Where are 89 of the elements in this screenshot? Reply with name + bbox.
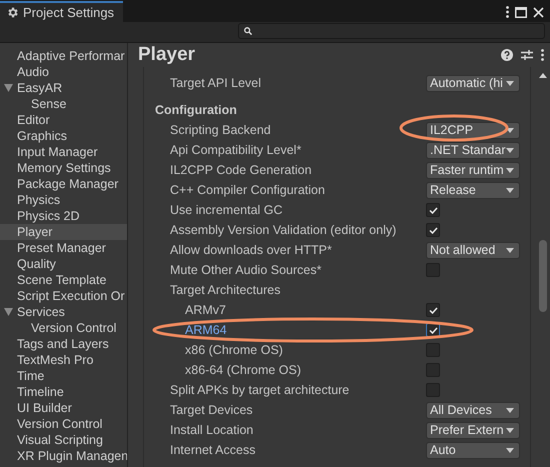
dropdown[interactable]: Prefer Extern [426,422,520,438]
setting-label: Assembly Version Validation (editor only) [169,223,398,237]
expanded-triangle-icon[interactable] [4,308,13,316]
sidebar-item[interactable]: Preset Manager [0,240,127,256]
setting-label: Target API Level [169,76,262,90]
dropdown[interactable]: IL2CPP [426,122,520,138]
sidebar-item[interactable]: Physics [0,192,127,208]
setting-label: Split APKs by target architecture [169,383,350,397]
setting-label: x86 (Chrome OS) [184,343,284,357]
search-field[interactable] [238,23,545,39]
dropdown[interactable]: Auto [426,442,520,458]
setting-label: Internet Access [169,443,256,457]
expanded-triangle-icon[interactable] [4,84,13,92]
checkbox[interactable] [426,363,440,377]
gear-icon [6,6,19,19]
dropdown[interactable]: Not allowed [426,242,520,258]
sidebar-item[interactable]: Tags and Layers [0,336,127,352]
checkbox[interactable] [426,303,440,317]
more-options-icon[interactable] [541,49,544,61]
dropdown[interactable]: Faster runtim [426,162,520,178]
sidebar-item[interactable]: XR Plugin Managen [0,448,127,464]
caret-icon [506,248,514,252]
checkmark-icon [428,326,438,334]
setting-label: Target Devices [169,403,254,417]
sidebar-item[interactable]: Scene Template [0,272,127,288]
scroll-up-icon[interactable] [539,73,547,78]
sidebar-item[interactable]: TextMesh Pro [0,352,127,368]
sidebar-item[interactable]: Visual Scripting [0,432,127,448]
sliders-icon[interactable] [521,49,533,61]
sidebar-item[interactable]: Package Manager [0,176,127,192]
setting-label: IL2CPP Code Generation [169,163,313,177]
checkmark-icon [428,206,438,214]
setting-label: Api Compatibility Level* [169,143,302,157]
maximize-icon[interactable] [515,6,527,18]
more-options-icon[interactable] [506,6,509,18]
sidebar-item[interactable]: Version Control [0,320,127,336]
sidebar-item[interactable]: Time [0,368,127,384]
checkmark-icon [428,226,438,234]
sidebar-item[interactable]: Physics 2D [0,208,127,224]
section-heading: Configuration [154,103,237,117]
caret-icon [506,448,514,452]
help-icon[interactable] [501,49,513,61]
sidebar-item[interactable]: Timeline [0,384,127,400]
caret-icon [506,128,514,132]
sidebar-item[interactable]: Graphics [0,128,127,144]
panel-title: Player [138,44,196,66]
checkbox[interactable] [426,223,440,237]
sidebar-item[interactable]: Script Execution Or [0,288,127,304]
sidebar-item[interactable]: UI Builder [0,400,127,416]
checkbox[interactable] [426,343,440,357]
caret-icon [506,428,514,432]
sidebar-item[interactable]: Sense [0,96,127,112]
setting-label: Install Location [169,423,254,437]
setting-label: ARM64 [184,323,228,337]
dropdown[interactable]: All Devices [426,402,520,418]
setting-label: Use incremental GC [169,203,284,217]
setting-label: x86-64 (Chrome OS) [184,363,302,377]
sidebar-item[interactable]: Version Control [0,416,127,432]
setting-label: C++ Compiler Configuration [169,183,326,197]
scrollbar-thumb[interactable] [539,240,547,312]
sidebar-item[interactable]: Quality [0,256,127,272]
checkmark-icon [428,306,438,314]
sidebar-item[interactable]: Player [0,224,127,240]
setting-label: Scripting Backend [169,123,272,137]
dropdown[interactable]: Automatic (hi [426,74,520,92]
sidebar-item[interactable]: Audio [0,64,127,80]
sidebar-item[interactable]: Adaptive Performar [0,48,127,64]
checkbox[interactable] [426,263,440,277]
checkbox[interactable] [426,203,440,217]
setting-label: Allow downloads over HTTP* [169,243,333,257]
caret-icon [506,148,514,152]
setting-label: ARMv7 [184,303,227,317]
caret-icon [506,80,514,86]
sidebar-item[interactable]: Memory Settings [0,160,127,176]
checkbox[interactable] [426,383,440,397]
window-tab[interactable]: Project Settings [0,1,123,22]
dropdown[interactable]: Release [426,182,520,198]
sidebar-item[interactable]: EasyAR [0,80,127,96]
dropdown[interactable]: .NET Standar [426,142,520,158]
setting-label: Target Architectures [169,283,282,297]
setting-label: Mute Other Audio Sources* [169,263,322,277]
sidebar-item[interactable]: Input Manager [0,144,127,160]
sidebar-item[interactable]: Services [0,304,127,320]
caret-icon [506,168,514,172]
close-icon[interactable] [533,6,544,18]
caret-icon [506,188,514,192]
search-icon [244,27,252,35]
caret-icon [506,408,514,412]
sidebar-item[interactable]: Editor [0,112,127,128]
